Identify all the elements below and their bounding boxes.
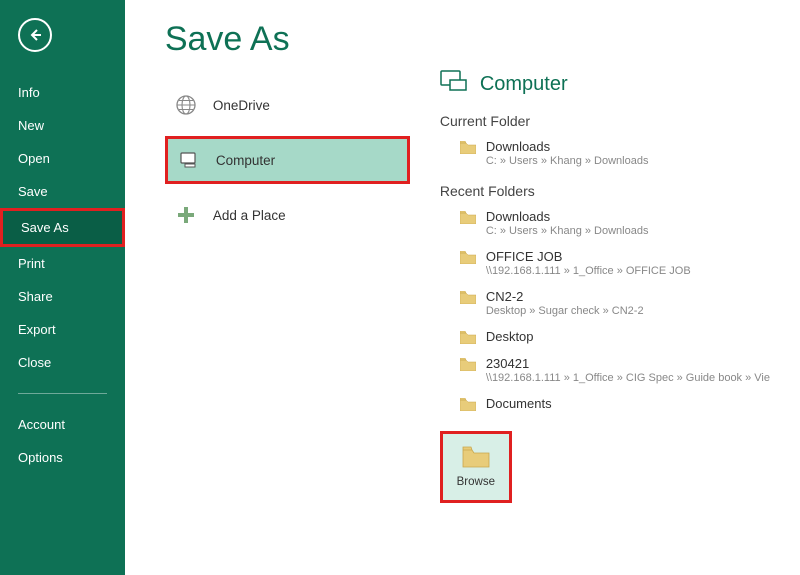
detail-title: Computer <box>480 73 568 96</box>
folder-icon <box>460 398 476 411</box>
recent-folder-item[interactable]: 230421\\192.168.1.111 » 1_Office » CIG S… <box>440 352 770 392</box>
folder-icon <box>460 331 476 344</box>
sidebar-item-share[interactable]: Share <box>0 280 125 313</box>
detail-column: Computer Current Folder Downloads C: » U… <box>440 20 770 555</box>
folder-name: Downloads <box>486 139 770 154</box>
location-label: Add a Place <box>213 208 286 223</box>
sidebar-item-options[interactable]: Options <box>0 441 125 474</box>
folder-name: Documents <box>486 396 770 411</box>
location-label: OneDrive <box>213 98 270 113</box>
sidebar-item-export[interactable]: Export <box>0 313 125 346</box>
folder-path: C: » Users » Khang » Downloads <box>486 155 770 167</box>
browse-button[interactable]: Browse <box>440 431 512 503</box>
folder-name: Downloads <box>486 209 770 224</box>
folder-icon <box>460 358 476 371</box>
location-add-place[interactable]: Add a Place <box>165 194 410 236</box>
recent-folder-item[interactable]: Documents <box>440 392 770 419</box>
sidebar-item-close[interactable]: Close <box>0 346 125 379</box>
folder-icon <box>460 291 476 304</box>
folder-icon <box>460 251 476 264</box>
folder-name: CN2-2 <box>486 289 770 304</box>
folder-icon <box>460 211 476 224</box>
location-label: Computer <box>216 153 275 168</box>
sidebar-item-save-as[interactable]: Save As <box>0 208 125 247</box>
recent-folder-item[interactable]: CN2-2Desktop » Sugar check » CN2-2 <box>440 285 770 325</box>
sidebar-divider <box>18 393 107 394</box>
browse-label: Browse <box>457 476 495 488</box>
detail-header: Computer <box>440 70 770 99</box>
sidebar-item-print[interactable]: Print <box>0 247 125 280</box>
sidebar-item-new[interactable]: New <box>0 109 125 142</box>
back-button[interactable] <box>18 18 52 52</box>
sidebar-item-account[interactable]: Account <box>0 408 125 441</box>
folder-path: C: » Users » Khang » Downloads <box>486 225 770 237</box>
folder-name: 230421 <box>486 356 770 371</box>
recent-folder-item[interactable]: DownloadsC: » Users » Khang » Downloads <box>440 205 770 245</box>
current-folder-label: Current Folder <box>440 113 770 129</box>
folder-icon <box>460 141 476 154</box>
folder-name: Desktop <box>486 329 770 344</box>
current-folder-item[interactable]: Downloads C: » Users » Khang » Downloads <box>440 135 770 175</box>
location-onedrive[interactable]: OneDrive <box>165 84 410 126</box>
folder-open-icon <box>462 446 490 468</box>
sidebar-item-open[interactable]: Open <box>0 142 125 175</box>
main-panel: Save As OneDrive Computer Add a Place C <box>125 0 800 575</box>
folder-path: \\192.168.1.111 » 1_Office » CIG Spec » … <box>486 372 770 384</box>
page-title: Save As <box>165 20 410 59</box>
folder-path: \\192.168.1.111 » 1_Office » OFFICE JOB <box>486 265 770 277</box>
folder-path: Desktop » Sugar check » CN2-2 <box>486 305 770 317</box>
plus-icon <box>175 204 197 226</box>
globe-icon <box>175 94 197 116</box>
back-arrow-icon <box>27 27 43 43</box>
computer-icon <box>440 70 468 99</box>
recent-folder-item[interactable]: Desktop <box>440 325 770 352</box>
folder-name: OFFICE JOB <box>486 249 770 264</box>
location-computer[interactable]: Computer <box>165 136 410 184</box>
recent-folder-item[interactable]: OFFICE JOB\\192.168.1.111 » 1_Office » O… <box>440 245 770 285</box>
backstage-sidebar: Info New Open Save Save As Print Share E… <box>0 0 125 575</box>
recent-folders-list: DownloadsC: » Users » Khang » DownloadsO… <box>440 205 770 419</box>
recent-folders-label: Recent Folders <box>440 183 770 199</box>
computer-icon <box>178 149 200 171</box>
locations-column: Save As OneDrive Computer Add a Place <box>165 20 410 555</box>
sidebar-item-save[interactable]: Save <box>0 175 125 208</box>
sidebar-item-info[interactable]: Info <box>0 76 125 109</box>
